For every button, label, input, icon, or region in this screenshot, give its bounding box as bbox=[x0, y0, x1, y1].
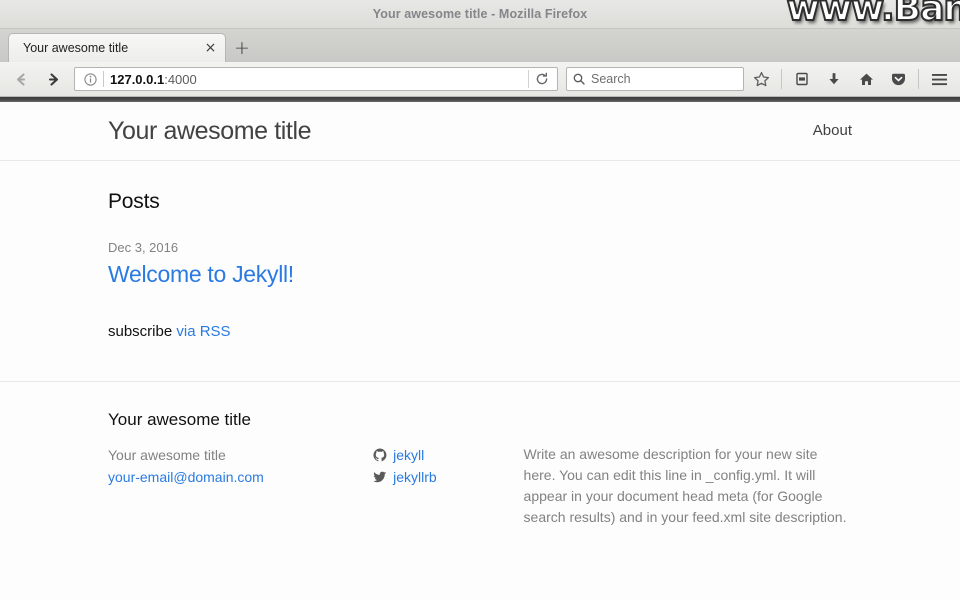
social-link-github[interactable]: jekyll bbox=[393, 444, 424, 466]
footer-heading: Your awesome title bbox=[108, 410, 252, 429]
hamburger-menu-icon[interactable] bbox=[924, 65, 954, 93]
post-title-link[interactable]: Welcome to Jekyll! bbox=[108, 261, 294, 288]
download-arrow-icon[interactable] bbox=[819, 65, 849, 93]
contact-list: Your awesome title your-email@domain.com bbox=[108, 444, 373, 488]
footer-description: Write an awesome description for your ne… bbox=[523, 446, 847, 525]
main-content: Posts Dec 3, 2016 Welcome to Jekyll! sub… bbox=[0, 190, 960, 340]
footer-columns: Your awesome title your-email@domain.com bbox=[108, 444, 852, 528]
social-link-twitter[interactable]: jekyllrb bbox=[393, 466, 437, 488]
site-nav: About bbox=[813, 122, 852, 140]
library-icon[interactable] bbox=[787, 65, 817, 93]
reload-icon[interactable] bbox=[529, 68, 555, 90]
url-port: :4000 bbox=[164, 71, 197, 87]
site-footer: Your awesome title Your awesome title yo… bbox=[0, 381, 960, 528]
post-list-item: Dec 3, 2016 Welcome to Jekyll! bbox=[108, 240, 852, 288]
pocket-icon[interactable] bbox=[883, 65, 913, 93]
footer-description-column: Write an awesome description for your ne… bbox=[524, 444, 852, 528]
search-input[interactable]: Search bbox=[591, 72, 631, 86]
contact-email-link[interactable]: your-email@domain.com bbox=[108, 469, 264, 485]
watermark-overlay: www.Ban bbox=[786, 0, 960, 29]
browser-tab[interactable]: Your awesome title × bbox=[8, 33, 226, 62]
rss-subscribe-line: subscribe via RSS bbox=[108, 323, 852, 340]
rss-link[interactable]: via RSS bbox=[176, 323, 230, 340]
window-title: Your awesome title - Mozilla Firefox bbox=[372, 7, 588, 21]
browser-window: Your awesome title - Mozilla Firefox www… bbox=[0, 0, 960, 600]
page-info-icon[interactable] bbox=[81, 70, 99, 88]
tab-strip: Your awesome title × + bbox=[0, 29, 960, 62]
contact-site-name: Your awesome title bbox=[108, 447, 226, 463]
posts-heading: Posts bbox=[108, 190, 160, 213]
forward-arrow-icon[interactable] bbox=[38, 65, 68, 93]
search-icon bbox=[573, 73, 585, 85]
toolbar-divider bbox=[918, 69, 919, 89]
address-bar[interactable]: 127.0.0.1:4000 bbox=[74, 67, 558, 91]
tab-title: Your awesome title bbox=[23, 41, 129, 55]
nav-link-about[interactable]: About bbox=[813, 122, 852, 139]
github-icon bbox=[373, 448, 387, 462]
rss-prefix-text: subscribe bbox=[108, 323, 177, 340]
page-viewport: Your awesome title About Posts Dec 3, 20… bbox=[0, 102, 960, 600]
star-icon[interactable] bbox=[746, 65, 776, 93]
navigation-toolbar: 127.0.0.1:4000 Search bbox=[0, 62, 960, 97]
site-title-link[interactable]: Your awesome title bbox=[108, 117, 312, 146]
post-date: Dec 3, 2016 bbox=[108, 240, 179, 255]
url-host: 127.0.0.1 bbox=[110, 71, 165, 87]
site-header: Your awesome title About bbox=[0, 102, 960, 161]
back-arrow-icon[interactable] bbox=[6, 65, 36, 93]
url-divider bbox=[103, 71, 104, 87]
footer-contact-column: Your awesome title your-email@domain.com bbox=[108, 444, 373, 528]
home-icon[interactable] bbox=[851, 65, 881, 93]
contact-email-item: your-email@domain.com bbox=[108, 466, 373, 488]
post-list: Dec 3, 2016 Welcome to Jekyll! bbox=[108, 240, 852, 288]
window-title-bar: Your awesome title - Mozilla Firefox www… bbox=[0, 0, 960, 29]
social-list: jekyll jekyllrb bbox=[373, 444, 523, 488]
social-item-twitter: jekyllrb bbox=[373, 466, 523, 488]
search-bar[interactable]: Search bbox=[566, 67, 744, 91]
twitter-icon bbox=[373, 470, 387, 484]
close-icon[interactable]: × bbox=[202, 40, 219, 57]
toolbar-divider bbox=[781, 69, 782, 89]
social-item-github: jekyll bbox=[373, 444, 523, 466]
new-tab-button[interactable]: + bbox=[226, 33, 258, 62]
footer-social-column: jekyll jekyllrb bbox=[373, 444, 523, 528]
url-text: 127.0.0.1:4000 bbox=[110, 72, 528, 87]
